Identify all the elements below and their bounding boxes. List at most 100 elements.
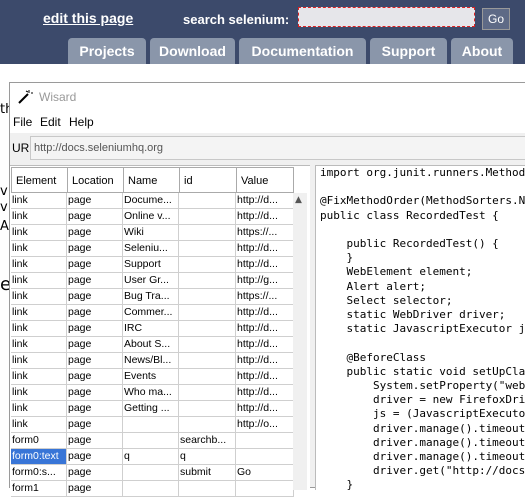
cell-id[interactable] xyxy=(179,193,236,209)
generated-code[interactable]: import org.junit.runners.MethodSorters; … xyxy=(320,166,525,490)
cell-value[interactable]: http://d... xyxy=(236,353,294,369)
cell-id[interactable] xyxy=(179,273,236,289)
cell-id[interactable] xyxy=(179,385,236,401)
cell-element[interactable]: form0:text xyxy=(11,449,67,465)
tab-about[interactable]: About xyxy=(451,38,513,64)
cell-location[interactable]: page xyxy=(67,385,123,401)
cell-name[interactable]: News/Bl... xyxy=(123,353,179,369)
cell-name[interactable]: Docume... xyxy=(123,193,179,209)
cell-name[interactable]: Support xyxy=(123,257,179,273)
cell-name[interactable] xyxy=(123,433,179,449)
cell-name[interactable]: Online v... xyxy=(123,209,179,225)
cell-id[interactable] xyxy=(179,353,236,369)
cell-name[interactable] xyxy=(123,465,179,481)
cell-id[interactable] xyxy=(179,417,236,433)
menu-edit[interactable]: Edit xyxy=(40,115,61,129)
cell-name[interactable]: User Gr... xyxy=(123,273,179,289)
cell-name[interactable]: IRC xyxy=(123,321,179,337)
cell-value[interactable]: https://... xyxy=(236,225,294,241)
cell-id[interactable] xyxy=(179,209,236,225)
column-header-location[interactable]: Location xyxy=(67,167,123,193)
cell-id[interactable] xyxy=(179,481,236,497)
cell-value[interactable]: http://d... xyxy=(236,321,294,337)
cell-element[interactable]: link xyxy=(11,401,67,417)
cell-location[interactable]: page xyxy=(67,225,123,241)
cell-location[interactable]: page xyxy=(67,273,123,289)
tab-download[interactable]: Download xyxy=(150,38,235,64)
cell-value[interactable]: http://d... xyxy=(236,305,294,321)
cell-value[interactable] xyxy=(236,449,294,465)
cell-element[interactable]: link xyxy=(11,209,67,225)
cell-location[interactable]: page xyxy=(67,481,123,497)
cell-location[interactable]: page xyxy=(67,321,123,337)
cell-value[interactable]: Go xyxy=(236,465,294,481)
cell-name[interactable]: About S... xyxy=(123,337,179,353)
cell-value[interactable]: http://d... xyxy=(236,257,294,273)
table-row[interactable]: link page Seleniu... http://d... xyxy=(11,241,294,257)
cell-element[interactable]: link xyxy=(11,385,67,401)
cell-value[interactable]: http://d... xyxy=(236,337,294,353)
cell-name[interactable]: Who ma... xyxy=(123,385,179,401)
code-editor[interactable]: import org.junit.runners.MethodSorters; … xyxy=(315,165,525,490)
table-row[interactable]: link page Online v... http://d... xyxy=(11,209,294,225)
cell-element[interactable]: link xyxy=(11,337,67,353)
cell-value[interactable]: http://d... xyxy=(236,193,294,209)
cell-value[interactable]: http://g... xyxy=(236,273,294,289)
cell-element[interactable]: link xyxy=(11,353,67,369)
cell-element[interactable]: link xyxy=(11,305,67,321)
cell-id[interactable]: q xyxy=(179,449,236,465)
cell-value[interactable]: http://o... xyxy=(236,417,294,433)
tab-support[interactable]: Support xyxy=(370,38,447,64)
table-row[interactable]: link page Commer... http://d... xyxy=(11,305,294,321)
column-header-name[interactable]: Name xyxy=(123,167,179,193)
cell-location[interactable]: page xyxy=(67,257,123,273)
cell-value[interactable] xyxy=(236,433,294,449)
table-row[interactable]: link page Bug Tra... https://... xyxy=(11,289,294,305)
cell-location[interactable]: page xyxy=(67,305,123,321)
tab-projects[interactable]: Projects xyxy=(68,38,146,64)
cell-value[interactable]: http://d... xyxy=(236,209,294,225)
cell-id[interactable] xyxy=(179,337,236,353)
cell-id[interactable] xyxy=(179,241,236,257)
cell-location[interactable]: page xyxy=(67,433,123,449)
column-header-element[interactable]: Element xyxy=(11,167,67,193)
table-row[interactable]: link page Wiki https://... xyxy=(11,225,294,241)
cell-element[interactable]: form0:s... xyxy=(11,465,67,481)
cell-name[interactable] xyxy=(123,417,179,433)
cell-id[interactable]: submit xyxy=(179,465,236,481)
cell-location[interactable]: page xyxy=(67,337,123,353)
cell-element[interactable]: form0 xyxy=(11,433,67,449)
cell-element[interactable]: link xyxy=(11,321,67,337)
tab-documentation[interactable]: Documentation xyxy=(239,38,366,64)
cell-name[interactable] xyxy=(123,481,179,497)
cell-name[interactable]: Getting ... xyxy=(123,401,179,417)
cell-value[interactable]: http://d... xyxy=(236,385,294,401)
cell-id[interactable] xyxy=(179,289,236,305)
cell-location[interactable]: page xyxy=(67,193,123,209)
table-row[interactable]: form0:text page q q xyxy=(11,449,294,465)
column-header-value[interactable]: Value xyxy=(236,167,294,193)
menu-help[interactable]: Help xyxy=(69,115,94,129)
cell-element[interactable]: link xyxy=(11,241,67,257)
cell-element[interactable]: link xyxy=(11,193,67,209)
table-row[interactable]: link page News/Bl... http://d... xyxy=(11,353,294,369)
table-row[interactable]: link page About S... http://d... xyxy=(11,337,294,353)
cell-location[interactable]: page xyxy=(67,417,123,433)
table-row[interactable]: link page User Gr... http://g... xyxy=(11,273,294,289)
cell-value[interactable]: https://... xyxy=(236,289,294,305)
table-row[interactable]: form1 page xyxy=(11,481,294,497)
table-row[interactable]: link page Who ma... http://d... xyxy=(11,385,294,401)
cell-element[interactable]: form1 xyxy=(11,481,67,497)
cell-location[interactable]: page xyxy=(67,449,123,465)
cell-name[interactable]: Events xyxy=(123,369,179,385)
url-input[interactable]: http://docs.seleniumhq.org xyxy=(30,136,525,160)
cell-value[interactable]: http://d... xyxy=(236,241,294,257)
cell-id[interactable] xyxy=(179,305,236,321)
cell-location[interactable]: page xyxy=(67,465,123,481)
cell-id[interactable] xyxy=(179,225,236,241)
go-button[interactable]: Go xyxy=(482,8,510,30)
cell-id[interactable] xyxy=(179,321,236,337)
table-row[interactable]: link page Docume... http://d... xyxy=(11,193,294,209)
table-row[interactable]: link page IRC http://d... xyxy=(11,321,294,337)
search-input[interactable] xyxy=(298,7,475,27)
